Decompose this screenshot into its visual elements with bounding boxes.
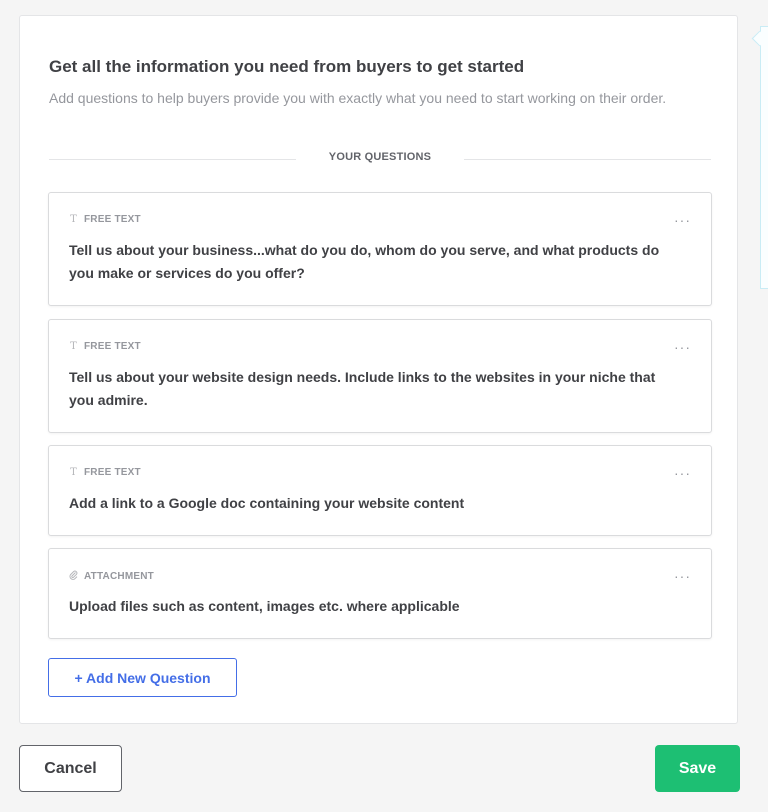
question-text: Upload files such as content, images etc… [69,598,460,614]
question-type: T FREE TEXT [69,467,141,478]
divider-line-right [464,159,711,160]
more-options-icon[interactable]: ··· [674,340,691,354]
save-button[interactable]: Save [655,745,740,792]
question-type-label: FREE TEXT [84,467,141,478]
requirements-card: Get all the information you need from bu… [19,15,738,724]
side-hint-panel [760,26,768,289]
question-text: Add a link to a Google doc containing yo… [69,495,465,511]
questions-heading: YOUR QUESTIONS [328,151,432,163]
question-card[interactable]: T FREE TEXT ··· Add a link to a Google d… [48,445,712,536]
question-text: Tell us about your website design needs.… [69,369,656,408]
divider-line-left [49,159,296,160]
question-card[interactable]: T FREE TEXT ··· Tell us about your websi… [48,319,712,433]
text-type-icon: T [70,214,77,225]
question-card[interactable]: ATTACHMENT ··· Upload files such as cont… [48,548,712,639]
question-type-label: FREE TEXT [84,341,141,352]
more-options-icon[interactable]: ··· [674,466,691,480]
add-new-question-button[interactable]: + Add New Question [48,658,237,697]
text-type-icon: T [70,341,77,352]
section-subtitle: Add questions to help buyers provide you… [49,90,667,106]
questions-divider: YOUR QUESTIONS [49,150,711,168]
question-type: T FREE TEXT [69,341,141,352]
question-type: T FREE TEXT [69,214,141,225]
more-options-icon[interactable]: ··· [674,569,691,583]
paperclip-icon [69,570,78,583]
paperclip-glyph [69,570,78,580]
question-type-label: ATTACHMENT [84,571,154,582]
question-text: Tell us about your business...what do yo… [69,242,660,281]
more-options-icon[interactable]: ··· [674,213,691,227]
question-type: ATTACHMENT [69,570,154,583]
question-card[interactable]: T FREE TEXT ··· Tell us about your busin… [48,192,712,306]
question-type-label: FREE TEXT [84,214,141,225]
cancel-button[interactable]: Cancel [19,745,122,792]
text-type-icon: T [70,467,77,478]
section-title: Get all the information you need from bu… [49,57,525,76]
